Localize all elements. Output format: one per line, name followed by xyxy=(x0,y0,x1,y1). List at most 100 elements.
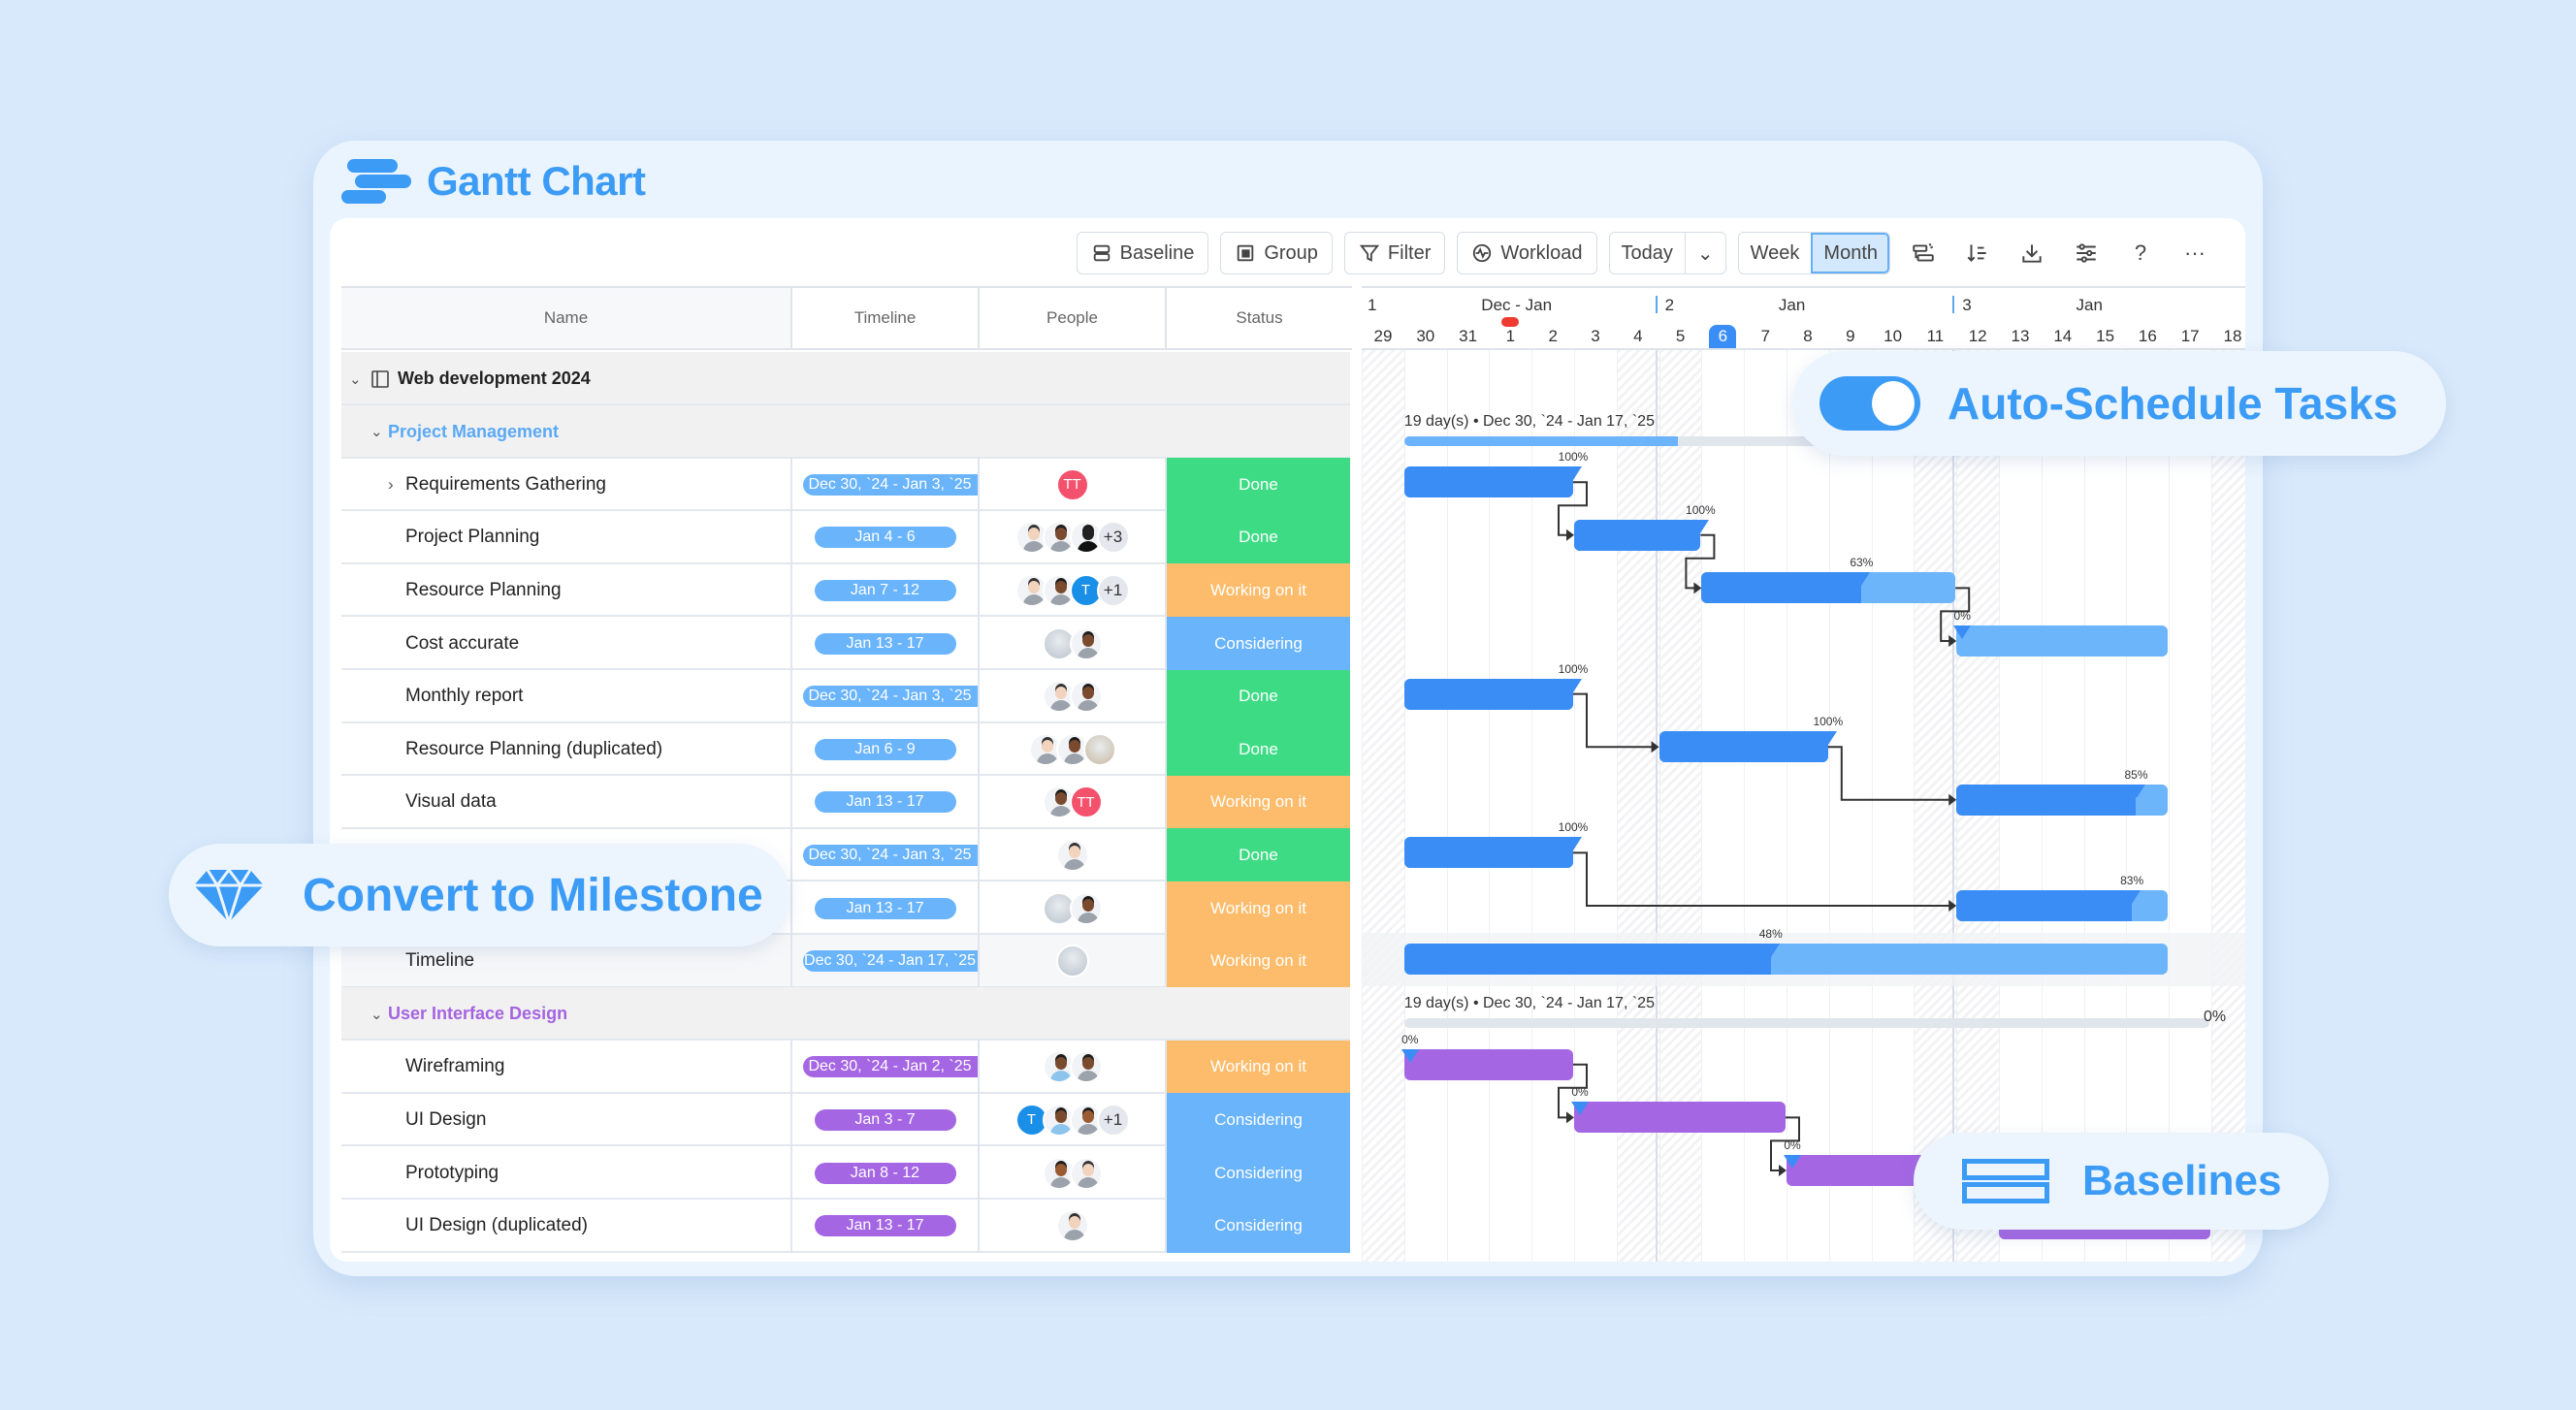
status-cell[interactable]: Considering xyxy=(1167,1093,1350,1147)
people-cell[interactable]: T +1 xyxy=(980,563,1165,617)
column-header-name[interactable]: Name xyxy=(341,286,790,350)
timeline-cell[interactable]: Jan 13 - 17 xyxy=(792,1200,978,1253)
timeline-cell[interactable]: Dec 30, `24 - Jan 3, `25 xyxy=(792,670,978,723)
status-cell[interactable]: Done xyxy=(1167,722,1350,777)
sort-icon[interactable] xyxy=(1956,232,1999,274)
task-name[interactable]: UI Design xyxy=(405,1093,486,1146)
task-name[interactable]: Cost accurate xyxy=(405,617,519,670)
task-row[interactable]: Prototyping Jan 8 - 12 Considering xyxy=(341,1146,1350,1200)
baseline-button[interactable]: Baseline xyxy=(1076,232,1209,274)
avatar[interactable] xyxy=(1069,626,1103,660)
timeline-cell[interactable]: Dec 30, `24 - Jan 3, `25 xyxy=(792,458,978,511)
task-row[interactable]: UI Design (duplicated) Jan 13 - 17 Conside… xyxy=(341,1199,1350,1253)
column-header-timeline[interactable]: Timeline xyxy=(790,286,978,350)
avatar[interactable] xyxy=(1069,680,1103,714)
timeline-cell[interactable]: Jan 13 - 17 xyxy=(792,617,978,670)
month-view-button[interactable]: Month xyxy=(1811,233,1889,273)
people-cell[interactable] xyxy=(980,1146,1165,1200)
today-chevron-down-icon[interactable]: ⌄ xyxy=(1684,233,1725,273)
task-row[interactable]: Project Planning Jan 4 - 6 +3 Done xyxy=(341,510,1350,564)
group-row[interactable]: ⌄ User Interface Design xyxy=(341,987,1350,1041)
people-cell[interactable]: TT xyxy=(980,458,1165,511)
task-name[interactable]: Monthly report xyxy=(405,670,523,723)
timeline-cell[interactable]: Jan 3 - 7 xyxy=(792,1093,978,1146)
more-icon[interactable]: ··· xyxy=(2174,232,2216,274)
people-cell[interactable] xyxy=(980,1200,1165,1253)
people-cell[interactable] xyxy=(980,1041,1165,1094)
dependency-link[interactable] xyxy=(1940,587,1971,642)
avatar-initials[interactable]: TT xyxy=(1069,785,1103,819)
task-name[interactable]: Wireframing xyxy=(405,1041,504,1094)
task-row[interactable]: Resource Planning (duplicated) Jan 6 - 9 D… xyxy=(341,722,1350,777)
collapse-chevron-icon[interactable]: ⌄ xyxy=(349,352,362,405)
status-cell[interactable]: Done xyxy=(1167,669,1350,723)
task-name[interactable]: Resource Planning xyxy=(405,563,562,617)
people-cell[interactable] xyxy=(980,722,1165,776)
project-row[interactable]: ⌄ Web development 2024 xyxy=(341,352,1350,405)
timeline-cell[interactable]: Jan 13 - 17 xyxy=(792,776,978,829)
status-cell[interactable]: Working on it xyxy=(1167,934,1350,988)
dependency-link[interactable] xyxy=(1770,1116,1800,1171)
timeline-cell[interactable]: Dec 30, `24 - Jan 3, `25 xyxy=(792,828,978,881)
column-header-people[interactable]: People xyxy=(978,286,1165,350)
people-cell[interactable]: TT xyxy=(980,776,1165,829)
avatar-overflow-count[interactable]: +1 xyxy=(1096,1103,1130,1137)
task-name[interactable]: Visual data xyxy=(405,776,497,829)
avatar[interactable] xyxy=(1055,838,1089,872)
timeline-cell[interactable]: Jan 4 - 6 xyxy=(792,511,978,564)
status-cell[interactable]: Working on it xyxy=(1167,1040,1350,1094)
dependency-link[interactable] xyxy=(1558,1063,1588,1119)
timeline-cell[interactable]: Dec 30, `24 - Jan 17, `25 xyxy=(792,935,978,988)
people-cell[interactable] xyxy=(980,828,1165,881)
avatar[interactable] xyxy=(1055,1209,1089,1243)
column-header-status[interactable]: Status xyxy=(1165,286,1352,350)
status-cell[interactable]: Considering xyxy=(1167,1146,1350,1200)
task-name[interactable]: Project Planning xyxy=(405,511,539,564)
dependency-link[interactable] xyxy=(1573,692,1658,749)
status-cell[interactable]: Considering xyxy=(1167,617,1350,670)
critical-path-icon[interactable] xyxy=(1902,232,1945,274)
toggle-switch-icon[interactable] xyxy=(1819,376,1920,431)
timeline-cell[interactable]: Dec 30, `24 - Jan 2, `25 xyxy=(792,1041,978,1094)
dependency-link[interactable] xyxy=(1573,851,1955,907)
avatar[interactable] xyxy=(1069,891,1103,925)
today-button[interactable]: Today xyxy=(1610,233,1685,273)
timeline-cell[interactable]: Jan 7 - 12 xyxy=(792,563,978,617)
avatar[interactable] xyxy=(1069,1156,1103,1190)
group-row[interactable]: ⌄ Project Management xyxy=(341,404,1350,459)
task-row[interactable]: UI Design Jan 3 - 7 T +1 Considering xyxy=(341,1093,1350,1147)
task-name[interactable]: Requirements Gathering xyxy=(405,458,606,511)
task-row[interactable]: Wireframing Dec 30, `24 - Jan 2, `25 Worki… xyxy=(341,1040,1350,1094)
status-cell[interactable]: Done xyxy=(1167,510,1350,564)
timeline-cell[interactable]: Jan 6 - 9 xyxy=(792,722,978,776)
people-cell[interactable] xyxy=(980,935,1165,988)
dependency-link[interactable] xyxy=(1685,533,1716,590)
collapse-chevron-icon[interactable]: ⌄ xyxy=(370,987,383,1041)
people-cell[interactable]: T +1 xyxy=(980,1093,1165,1146)
status-cell[interactable]: Working on it xyxy=(1167,775,1350,829)
task-row[interactable]: Visual data Jan 13 - 17 TT Working on it xyxy=(341,775,1350,829)
avatar-initials[interactable]: TT xyxy=(1055,467,1089,501)
status-cell[interactable]: Done xyxy=(1167,828,1350,882)
task-name[interactable]: UI Design (duplicated) xyxy=(405,1200,588,1253)
filter-button[interactable]: Filter xyxy=(1343,232,1446,274)
dependency-link[interactable] xyxy=(1827,746,1955,801)
task-row[interactable]: Resource Planning Jan 7 - 12 T +1 Working on… xyxy=(341,563,1350,618)
status-cell[interactable]: Done xyxy=(1167,458,1350,512)
avatar-photo[interactable] xyxy=(1082,732,1116,766)
settings-sliders-icon[interactable] xyxy=(2065,232,2108,274)
people-cell[interactable] xyxy=(980,670,1165,723)
holiday-marker-icon[interactable] xyxy=(1501,317,1520,327)
avatar-overflow-count[interactable]: +3 xyxy=(1096,521,1130,555)
help-icon[interactable]: ? xyxy=(2119,232,2162,274)
people-cell[interactable] xyxy=(980,617,1165,670)
task-name[interactable]: Resource Planning (duplicated) xyxy=(405,722,662,776)
collapse-chevron-icon[interactable]: ⌄ xyxy=(370,405,383,459)
week-view-button[interactable]: Week xyxy=(1739,233,1812,273)
timeline-cell[interactable]: Jan 13 - 17 xyxy=(792,881,978,935)
task-row[interactable]: Monthly report Dec 30, `24 - Jan 3, `25 Do… xyxy=(341,669,1350,723)
status-cell[interactable]: Considering xyxy=(1167,1199,1350,1253)
task-name[interactable]: Prototyping xyxy=(405,1146,499,1200)
download-icon[interactable] xyxy=(2011,232,2053,274)
avatar-photo[interactable] xyxy=(1055,945,1089,978)
